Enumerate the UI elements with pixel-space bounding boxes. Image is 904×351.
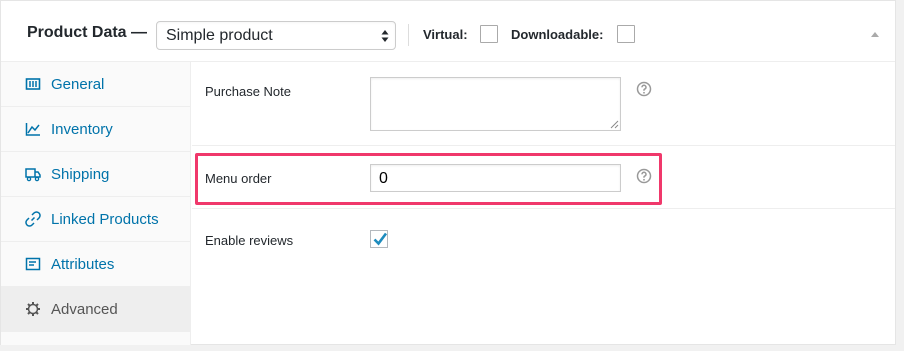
- downloadable-label: Downloadable:: [511, 27, 604, 42]
- purchase-note-label: Purchase Note: [205, 84, 291, 99]
- enable-reviews-checkbox[interactable]: [370, 230, 388, 248]
- inventory-chart-icon: [25, 123, 40, 136]
- product-type-select[interactable]: Simple product: [156, 21, 396, 50]
- virtual-checkbox[interactable]: [480, 25, 498, 43]
- general-grid-icon: [25, 78, 41, 90]
- shipping-truck-icon: [25, 168, 41, 182]
- enable-reviews-row: Enable reviews: [192, 210, 895, 345]
- checkmark-icon: [373, 232, 388, 246]
- tab-advanced[interactable]: Advanced: [1, 287, 190, 332]
- tab-linked-products[interactable]: Linked Products: [1, 197, 190, 242]
- tab-label: Attributes: [51, 256, 115, 273]
- enable-reviews-label: Enable reviews: [205, 233, 294, 248]
- gear-icon: [26, 302, 40, 316]
- attributes-list-icon: [25, 257, 41, 271]
- select-arrows-icon: [381, 30, 389, 42]
- tab-inventory[interactable]: Inventory: [1, 107, 190, 152]
- menu-order-highlight: [195, 153, 662, 205]
- tab-shipping[interactable]: Shipping: [1, 152, 190, 197]
- help-icon[interactable]: [636, 81, 652, 97]
- collapse-toggle-icon[interactable]: [870, 31, 880, 38]
- panel-title: Product Data —: [27, 24, 148, 41]
- tab-label: General: [51, 76, 105, 93]
- product-type-value: Simple product: [166, 27, 273, 44]
- panel-header: Product Data — Simple product Virtual: D…: [1, 1, 895, 62]
- resize-handle-icon[interactable]: [610, 120, 619, 129]
- tab-attributes[interactable]: Attributes: [1, 242, 190, 287]
- purchase-note-textarea[interactable]: [370, 77, 621, 131]
- header-divider: [408, 24, 409, 46]
- downloadable-checkbox[interactable]: [617, 25, 635, 43]
- link-icon: [25, 211, 41, 227]
- tab-general[interactable]: General: [1, 62, 190, 107]
- purchase-note-row: Purchase Note: [192, 62, 895, 146]
- product-data-tabs: General Inventory Shipping Linked Produc…: [1, 62, 191, 345]
- tab-label: Shipping: [51, 166, 110, 183]
- tab-label: Inventory: [51, 121, 113, 138]
- tab-label: Linked Products: [51, 211, 159, 228]
- virtual-label: Virtual:: [423, 27, 468, 42]
- tab-label: Advanced: [51, 301, 118, 318]
